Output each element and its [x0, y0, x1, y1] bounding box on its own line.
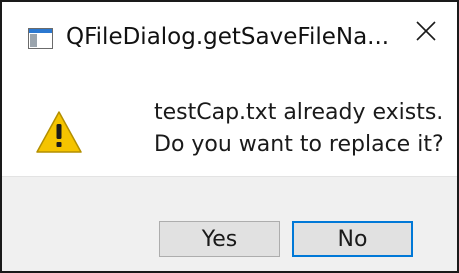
message-text: testCap.txt already exists. Do you want …: [154, 97, 444, 161]
button-bar: Yes No: [2, 176, 457, 271]
yes-button[interactable]: Yes: [159, 221, 280, 257]
title-bar[interactable]: QFileDialog.getSaveFileNa...: [2, 2, 457, 68]
message-box-dialog: QFileDialog.getSaveFileNa... testCap.txt…: [0, 0, 459, 273]
window-app-icon: [28, 28, 53, 49]
warning-icon: [35, 110, 83, 154]
no-button[interactable]: No: [292, 221, 413, 257]
window-title: QFileDialog.getSaveFileNa...: [66, 24, 390, 50]
message-line-1: testCap.txt already exists.: [154, 100, 444, 125]
close-icon: [416, 21, 436, 45]
close-button[interactable]: [395, 2, 457, 64]
dialog-content: testCap.txt already exists. Do you want …: [2, 68, 457, 176]
message-line-2: Do you want to replace it?: [154, 132, 444, 157]
